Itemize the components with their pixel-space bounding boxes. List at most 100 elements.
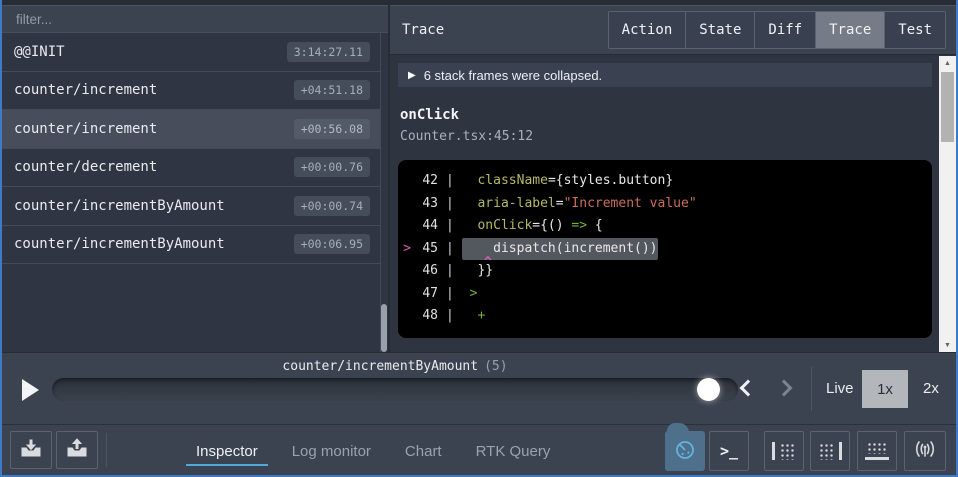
terminal-icon: >_: [720, 442, 738, 460]
line-marker-icon: [398, 305, 416, 328]
action-timestamp: +00:00.76: [294, 157, 370, 177]
filter-input[interactable]: [14, 11, 376, 28]
action-name: counter/increment: [14, 82, 157, 98]
dispatcher-button[interactable]: >_: [709, 431, 749, 471]
panel-title: Trace: [402, 22, 444, 38]
filter-row: [2, 5, 388, 33]
code-token: [462, 218, 478, 233]
tab-action[interactable]: Action: [609, 12, 686, 48]
monitor-tab-rtk-query[interactable]: RTK Query: [474, 429, 553, 472]
dock-bottom-button[interactable]: [857, 431, 897, 471]
step-forward-button[interactable]: [776, 380, 793, 397]
action-name: counter/incrementByAmount: [14, 198, 225, 214]
gutter-pipe-icon: |: [438, 283, 462, 306]
code-token: ={styles.button}: [548, 173, 673, 188]
expand-triangle-icon: ▶: [408, 70, 416, 81]
slider-thumb[interactable]: [697, 378, 720, 401]
action-name: counter/incrementByAmount: [14, 236, 225, 252]
line-number: 46: [416, 260, 438, 283]
code-text: aria-label="Increment value": [462, 193, 697, 216]
export-button[interactable]: [56, 431, 98, 469]
line-marker-icon: [398, 260, 416, 283]
speed-1x-button[interactable]: 1x: [862, 370, 908, 408]
monitor-tab-chart[interactable]: Chart: [403, 429, 444, 472]
live-button[interactable]: Live: [826, 380, 854, 397]
action-timestamp: +04:51.18: [294, 80, 370, 100]
scroll-down-icon[interactable]: ▼: [939, 338, 956, 352]
current-action-label: counter/incrementByAmount: [282, 359, 478, 374]
line-number: 48: [416, 305, 438, 328]
play-button[interactable]: [22, 379, 39, 401]
line-marker-icon: [398, 283, 416, 306]
code-line: 42| className={styles.button}: [398, 170, 932, 193]
action-row[interactable]: counter/increment +04:51.18: [2, 72, 380, 111]
action-timestamp: +00:00.74: [294, 196, 370, 216]
dock-bottom-icon: [865, 441, 889, 461]
tab-test[interactable]: Test: [884, 12, 945, 48]
collapsed-frames-banner[interactable]: ▶ 6 stack frames were collapsed.: [398, 63, 932, 87]
gutter-pipe-icon: |: [438, 215, 462, 238]
code-token: onClick: [477, 218, 532, 233]
import-icon: [20, 438, 42, 463]
action-name: counter/decrement: [14, 159, 157, 175]
stack-frame-location[interactable]: Counter.tsx:45:12: [400, 129, 956, 144]
slider-label: counter/incrementByAmount (5): [52, 359, 738, 374]
playback-bar: counter/incrementByAmount (5) Live 1x 2x: [2, 352, 956, 424]
player-divider: [811, 367, 812, 411]
tab-trace[interactable]: Trace: [815, 12, 884, 48]
monitor-tab-inspector[interactable]: Inspector: [194, 429, 260, 472]
step-back-button[interactable]: [740, 380, 757, 397]
dock-right-button[interactable]: [810, 431, 850, 471]
code-token: [462, 173, 478, 188]
action-row[interactable]: counter/incrementByAmount +00:00.74: [2, 187, 380, 226]
line-marker-icon: >: [398, 238, 416, 261]
tab-state[interactable]: State: [685, 12, 754, 48]
action-log-panel: @@INIT3:14:27.11 counter/increment +04:51.…: [2, 5, 388, 352]
trace-scrollbar-thumb[interactable]: [941, 72, 954, 142]
gutter-pipe-icon: |: [438, 238, 462, 261]
code-line: 43| aria-label="Increment value": [398, 193, 932, 216]
code-token: +: [477, 308, 485, 323]
action-timestamp: 3:14:27.11: [287, 42, 370, 62]
code-token: =: [556, 196, 564, 211]
action-row[interactable]: counter/incrementByAmount+00:06.95: [2, 226, 380, 265]
action-row[interactable]: @@INIT3:14:27.11: [2, 33, 380, 72]
line-number: 44: [416, 215, 438, 238]
collapsed-frames-text: 6 stack frames were collapsed.: [424, 68, 602, 83]
gutter-pipe-icon: |: [438, 193, 462, 216]
dock-left-button[interactable]: [764, 431, 804, 471]
gutter-pipe-icon: |: [438, 305, 462, 328]
redux-devtools-window: @@INIT3:14:27.11 counter/increment +04:51.…: [0, 0, 958, 477]
code-token: [462, 286, 470, 301]
speed-2x-button[interactable]: 2x: [923, 380, 939, 397]
import-button[interactable]: [10, 431, 52, 469]
code-token: "Increment value": [564, 196, 697, 211]
code-line: 46| }}: [398, 260, 932, 283]
action-list-scrollbar-thumb[interactable]: [381, 304, 387, 352]
line-number: 47: [416, 283, 438, 306]
stopwatch-icon: [673, 437, 697, 466]
pause-recording-button[interactable]: [665, 431, 705, 471]
gutter-pipe-icon: |: [438, 170, 462, 193]
tab-diff[interactable]: Diff: [754, 12, 815, 48]
line-number: 43: [416, 193, 438, 216]
timeline-slider[interactable]: [52, 378, 738, 401]
code-token: ={(): [532, 218, 571, 233]
trace-scrollbar[interactable]: ▲ ▼: [939, 56, 956, 352]
remote-button[interactable]: [904, 431, 946, 471]
monitor-tab-log-monitor[interactable]: Log monitor: [290, 429, 373, 472]
gutter-pipe-icon: |: [438, 260, 462, 283]
current-action-index: (5): [484, 359, 507, 374]
line-marker-icon: [398, 170, 416, 193]
code-token: [462, 308, 478, 323]
line-marker-icon: [398, 193, 416, 216]
action-row[interactable]: counter/increment+00:56.08: [2, 110, 380, 149]
code-text: >: [462, 283, 478, 306]
toolbar-divider: [106, 433, 107, 467]
scroll-up-icon[interactable]: ▲: [939, 56, 956, 70]
action-row[interactable]: counter/decrement +00:00.76: [2, 149, 380, 188]
code-token: >: [470, 286, 478, 301]
action-list: @@INIT3:14:27.11 counter/increment +04:51.…: [2, 33, 381, 352]
code-token: aria-label: [477, 196, 555, 211]
action-name: counter/increment: [14, 121, 157, 137]
